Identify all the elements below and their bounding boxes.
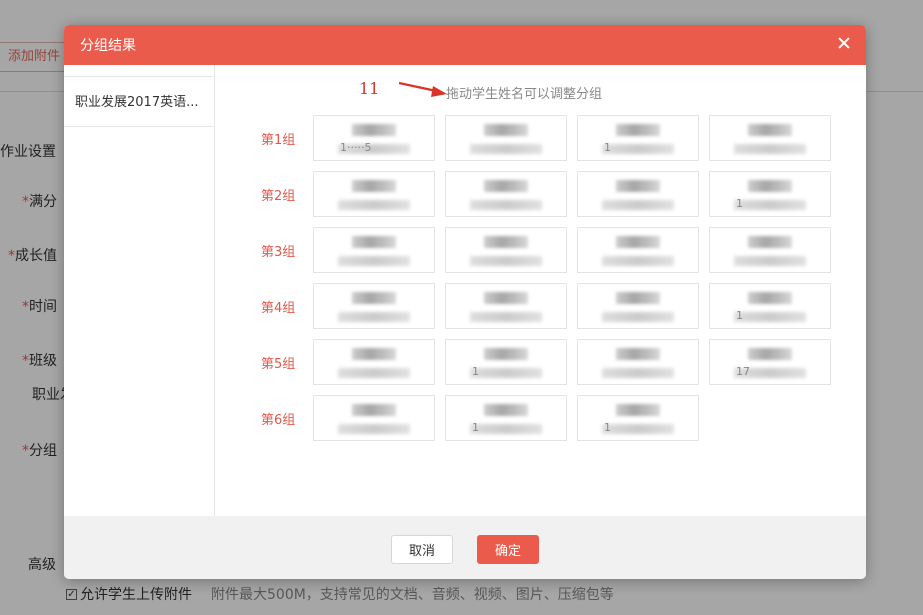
student-name-redacted	[484, 404, 528, 416]
student-name-redacted	[484, 180, 528, 192]
student-id-redacted	[734, 144, 806, 154]
student-card[interactable]	[709, 115, 831, 161]
student-name-redacted	[484, 348, 528, 360]
student-name-redacted	[616, 124, 660, 136]
student-card[interactable]	[445, 171, 567, 217]
student-id-hint: 17	[736, 365, 750, 378]
student-id-redacted	[602, 312, 674, 322]
student-card[interactable]	[445, 115, 567, 161]
student-card[interactable]: 1	[709, 283, 831, 329]
student-id-redacted	[734, 200, 806, 210]
student-id-hint: 1	[604, 141, 611, 154]
student-id-hint: 1·····5	[340, 141, 372, 154]
student-name-redacted	[748, 180, 792, 192]
student-name-redacted	[748, 236, 792, 248]
student-id-redacted	[470, 424, 542, 434]
student-card[interactable]	[709, 227, 831, 273]
cancel-button[interactable]: 取消	[391, 535, 453, 564]
student-card[interactable]: 1	[445, 339, 567, 385]
student-id-redacted	[338, 368, 410, 378]
group-label: 第6组	[261, 413, 296, 428]
student-card[interactable]: 1	[577, 115, 699, 161]
student-id-redacted	[470, 256, 542, 266]
student-id-redacted	[734, 312, 806, 322]
student-id-redacted	[338, 256, 410, 266]
group-label: 第3组	[261, 245, 296, 260]
student-name-redacted	[352, 124, 396, 136]
student-card[interactable]: 1	[709, 171, 831, 217]
student-id-hint: 1	[472, 421, 479, 434]
confirm-button[interactable]: 确定	[477, 535, 539, 564]
student-id-redacted	[602, 368, 674, 378]
student-card[interactable]	[577, 171, 699, 217]
student-id-redacted	[338, 200, 410, 210]
student-card[interactable]	[313, 339, 435, 385]
close-icon[interactable]	[834, 33, 854, 53]
group-label: 第1组	[261, 133, 296, 148]
student-id-redacted	[470, 312, 542, 322]
student-id-redacted	[602, 144, 674, 154]
student-card[interactable]	[313, 283, 435, 329]
student-name-redacted	[484, 236, 528, 248]
dialog-footer: 取消 确定	[64, 516, 866, 579]
student-name-redacted	[616, 236, 660, 248]
student-card[interactable]: 1	[577, 395, 699, 441]
student-name-redacted	[484, 292, 528, 304]
student-id-redacted	[470, 368, 542, 378]
group-label: 第2组	[261, 189, 296, 204]
sidebar-item-class[interactable]: 职业发展2017英语...	[64, 76, 214, 127]
student-card[interactable]	[313, 227, 435, 273]
student-id-redacted	[602, 256, 674, 266]
student-card[interactable]	[445, 227, 567, 273]
student-id-redacted	[338, 312, 410, 322]
dialog-header: 分组结果	[64, 25, 866, 65]
student-name-redacted	[748, 348, 792, 360]
student-name-redacted	[616, 404, 660, 416]
drag-hint: 拖动学生姓名可以调整分组	[446, 87, 603, 102]
student-card[interactable]: 1	[445, 395, 567, 441]
student-card[interactable]	[313, 171, 435, 217]
groups-panel: 11 拖动学生姓名可以调整分组 第1组 1·····5 1 第2组 1 第3组 第4组 1 第5…	[215, 65, 866, 516]
student-name-redacted	[616, 348, 660, 360]
group-result-dialog: 分组结果 职业发展2017英语... 11 拖动学生姓名可以调整分组 第1组 1·…	[64, 25, 866, 579]
student-card[interactable]: 17	[709, 339, 831, 385]
student-id-hint: 1	[736, 197, 743, 210]
student-name-redacted	[352, 180, 396, 192]
group-label: 第5组	[261, 357, 296, 372]
student-name-redacted	[748, 292, 792, 304]
student-name-redacted	[616, 180, 660, 192]
student-card[interactable]	[577, 227, 699, 273]
student-card[interactable]	[577, 339, 699, 385]
sidebar-spacer	[64, 65, 214, 76]
student-id-redacted	[470, 200, 542, 210]
student-id-redacted	[734, 256, 806, 266]
student-name-redacted	[352, 404, 396, 416]
student-id-hint: 1	[472, 365, 479, 378]
student-name-redacted	[352, 236, 396, 248]
student-name-redacted	[352, 348, 396, 360]
student-id-redacted	[602, 200, 674, 210]
annotation-number: 11	[359, 79, 380, 98]
student-id-hint: 1	[736, 309, 743, 322]
dialog-body: 职业发展2017英语... 11 拖动学生姓名可以调整分组 第1组 1·····5…	[64, 65, 866, 516]
student-card[interactable]	[577, 283, 699, 329]
student-id-hint: 1	[604, 421, 611, 434]
student-name-redacted	[616, 292, 660, 304]
group-label: 第4组	[261, 301, 296, 316]
dialog-title: 分组结果	[80, 38, 136, 54]
arrow-icon	[398, 81, 447, 97]
student-name-redacted	[748, 124, 792, 136]
student-card[interactable]	[445, 283, 567, 329]
student-id-redacted	[470, 144, 542, 154]
student-id-redacted	[338, 424, 410, 434]
student-card[interactable]: 1·····5	[313, 115, 435, 161]
class-sidebar: 职业发展2017英语...	[64, 65, 215, 516]
student-name-redacted	[484, 124, 528, 136]
student-card[interactable]	[313, 395, 435, 441]
student-name-redacted	[352, 292, 396, 304]
student-id-redacted	[602, 424, 674, 434]
